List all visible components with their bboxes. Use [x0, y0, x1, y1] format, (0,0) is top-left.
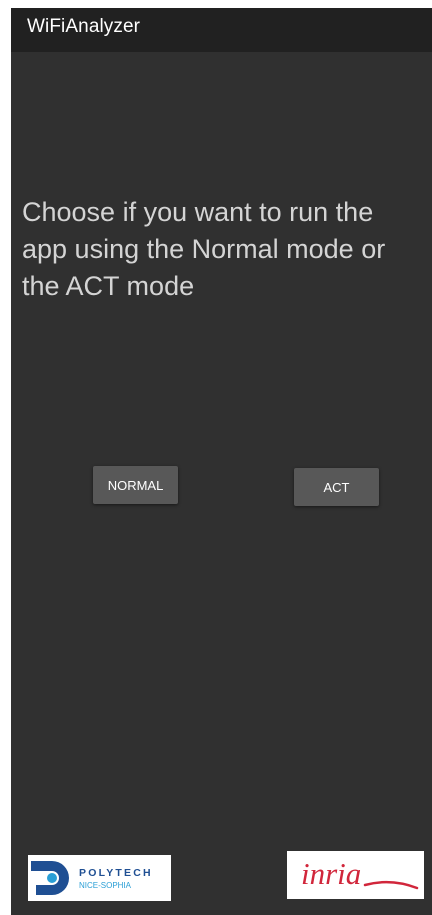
svg-text:inria: inria	[301, 856, 361, 891]
app-screen: WiFiAnalyzer Choose if you want to run t…	[11, 8, 432, 915]
act-mode-button[interactable]: ACT	[294, 468, 379, 506]
polytech-logo-mark-icon	[31, 861, 69, 895]
app-title: WiFiAnalyzer	[27, 16, 141, 37]
polytech-logo-name: POLYTECH	[79, 867, 153, 879]
polytech-logo-subtitle: NICE-SOPHIA	[79, 881, 132, 890]
inria-logo-icon: inria	[301, 856, 419, 891]
mode-prompt: Choose if you want to run the app using …	[22, 197, 386, 301]
polytech-logo: POLYTECH NICE-SOPHIA	[28, 855, 171, 901]
normal-mode-button[interactable]: NORMAL	[93, 466, 178, 504]
app-bar: WiFiAnalyzer	[11, 8, 432, 52]
inria-logo: inria	[287, 851, 424, 899]
